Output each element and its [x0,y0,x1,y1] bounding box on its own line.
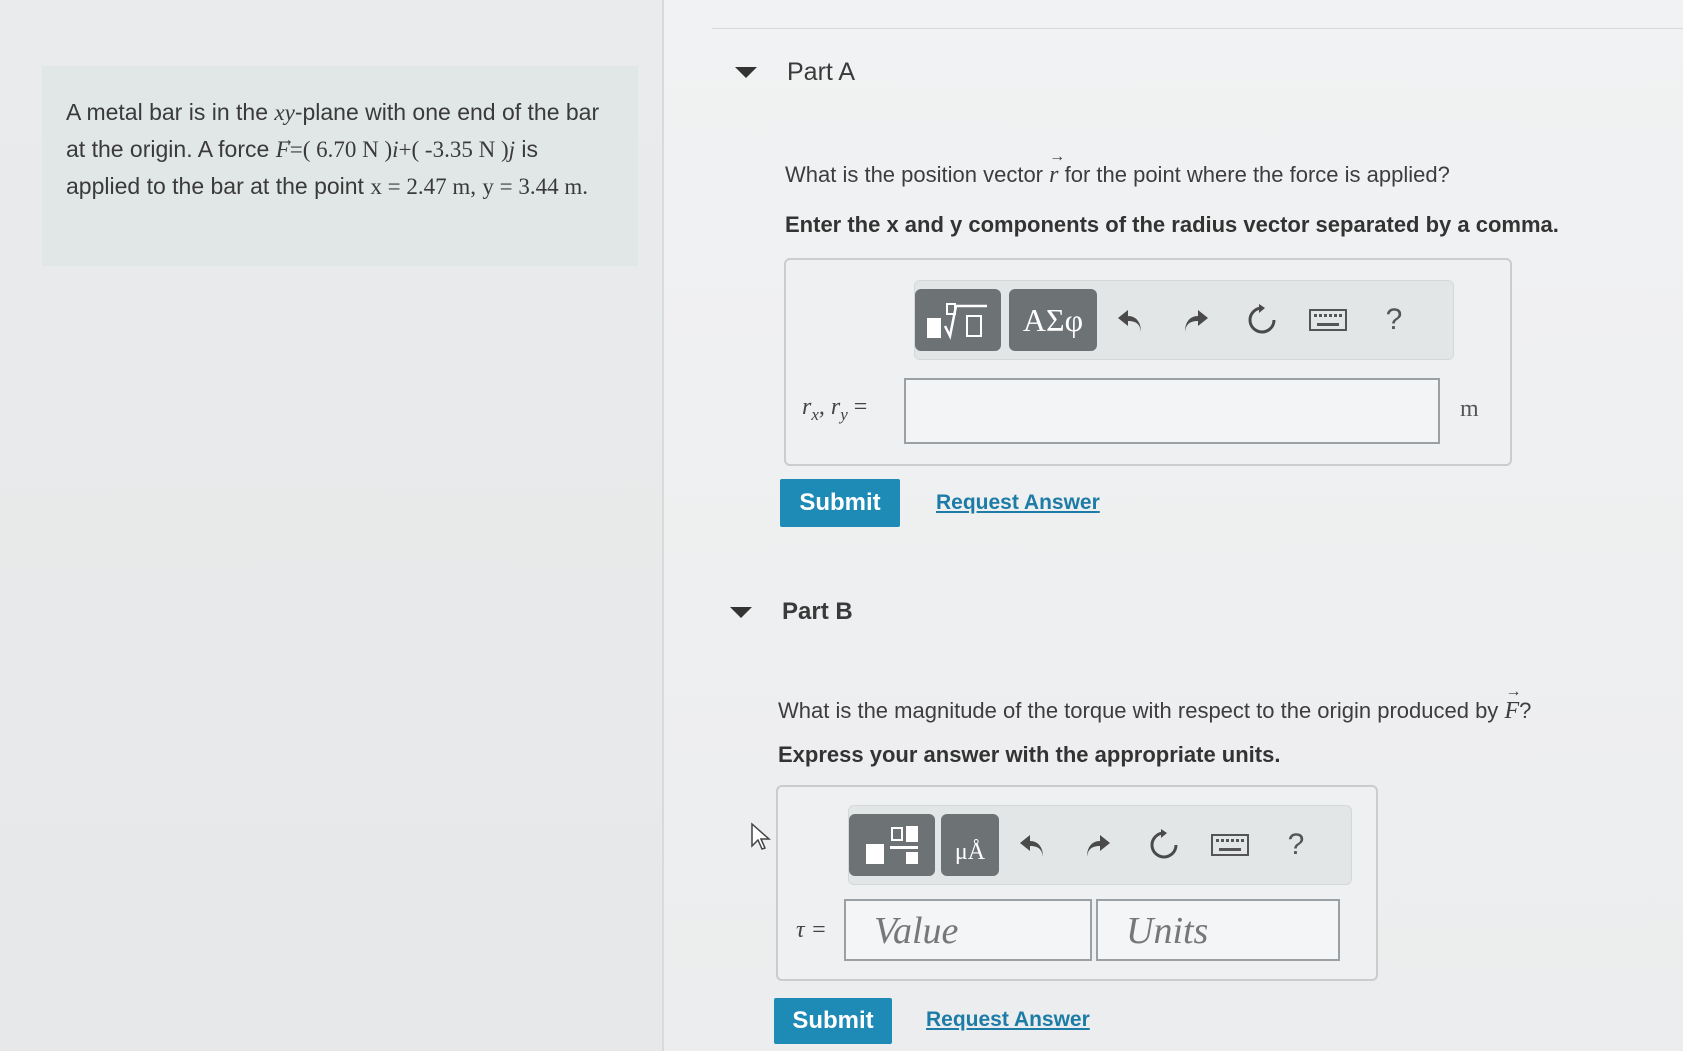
label-equals: = [853,394,868,420]
part-a-answer-box: ΑΣφ ? rx, ry = m [784,258,1512,466]
fraction-template-button[interactable] [849,814,935,876]
force-vector: F → [275,129,295,162]
r-vector: r → [1049,148,1066,188]
help-button[interactable]: ? [1361,290,1427,350]
part-b-instruction: Express your answer with the appropriate… [778,742,1281,767]
part-b-header[interactable]: Part B [730,598,853,626]
help-button[interactable]: ? [1263,815,1329,875]
part-b-title: Part B [782,598,853,625]
part-a-question: What is the position vector r → for the p… [785,148,1450,189]
redo-icon [1185,310,1208,332]
collapse-caret-icon[interactable] [735,67,757,78]
redo-button[interactable] [1065,815,1131,875]
reset-icon [1150,829,1178,859]
value-placeholder: Value [874,910,959,952]
units-label: μÅ [954,838,986,865]
part-a-input-label: rx, ry = [802,394,868,424]
keyboard-icon [1309,309,1347,331]
part-b-submit-button[interactable]: Submit [774,998,892,1044]
template-button[interactable] [915,289,1001,351]
reset-button[interactable] [1131,815,1197,875]
part-a-question-pre: What is the position vector [785,162,1044,187]
units-input[interactable]: Units [1096,899,1340,961]
rx-r: r [802,394,812,420]
part-b-toolbar: μÅ ? [848,805,1352,885]
tau-label: τ = [796,917,827,943]
ry-sub: y [840,404,848,424]
part-a-toolbar: ΑΣφ ? [914,280,1454,360]
keyboard-icon [1211,834,1249,856]
problem-statement: A metal bar is in the xy-plane with one … [42,66,638,266]
force-x-component: =( 6.70 N ) [289,137,393,162]
j-hat: j [508,137,515,162]
value-input[interactable]: Value [844,899,1092,961]
undo-button[interactable] [999,815,1065,875]
part-a-title: Part A [787,58,856,86]
undo-button[interactable] [1097,290,1163,350]
collapse-caret-icon[interactable] [730,606,752,618]
f-symbol: F [1504,698,1520,724]
undo-icon [1118,310,1141,332]
part-a-instruction: Enter the x and y components of the radi… [785,212,1559,237]
part-a-unit: m [1460,396,1479,422]
part-b-request-answer-link[interactable]: Request Answer [926,1008,1090,1032]
ry-r: r [830,394,841,420]
force-y-component: +( -3.35 N ) [398,137,509,162]
units-placeholder: Units [1126,910,1209,952]
part-a-question-post: for the point where the force is applied… [1064,162,1450,187]
rx-ry-input[interactable] [904,378,1440,444]
point-x: x = 2.47 m, [370,174,476,199]
part-b-question-pre: What is the magnitude of the torque with… [778,698,1499,723]
undo-icon [1020,835,1043,857]
keyboard-button[interactable] [1197,815,1263,875]
problem-text-1: A metal bar is in the [66,99,268,125]
top-divider [712,28,1683,29]
part-b-question-post: ? [1519,698,1532,723]
greek-label: ΑΣφ [1022,301,1084,338]
point-y: y = 3.44 m. [482,174,588,199]
fraction-template-icon [866,826,918,864]
units-button[interactable]: μÅ [941,814,999,876]
keyboard-button[interactable] [1295,290,1361,350]
redo-button[interactable] [1163,290,1229,350]
part-b-question: What is the magnitude of the torque with… [778,683,1532,725]
reset-button[interactable] [1229,290,1295,350]
redo-icon [1087,835,1110,857]
part-a-submit-button[interactable]: Submit [780,479,900,527]
part-b-answer-box: μÅ ? τ = Value Units [776,785,1378,981]
f-vector: F → [1504,683,1522,724]
greek-symbols-button[interactable]: ΑΣφ [1009,289,1097,351]
mouse-cursor-icon [751,822,771,850]
rx-sub: x [811,404,819,424]
part-a-header[interactable]: Part A [735,58,855,87]
part-a-request-answer-link[interactable]: Request Answer [936,491,1100,515]
template-icon [927,303,987,340]
reset-icon [1248,304,1276,334]
